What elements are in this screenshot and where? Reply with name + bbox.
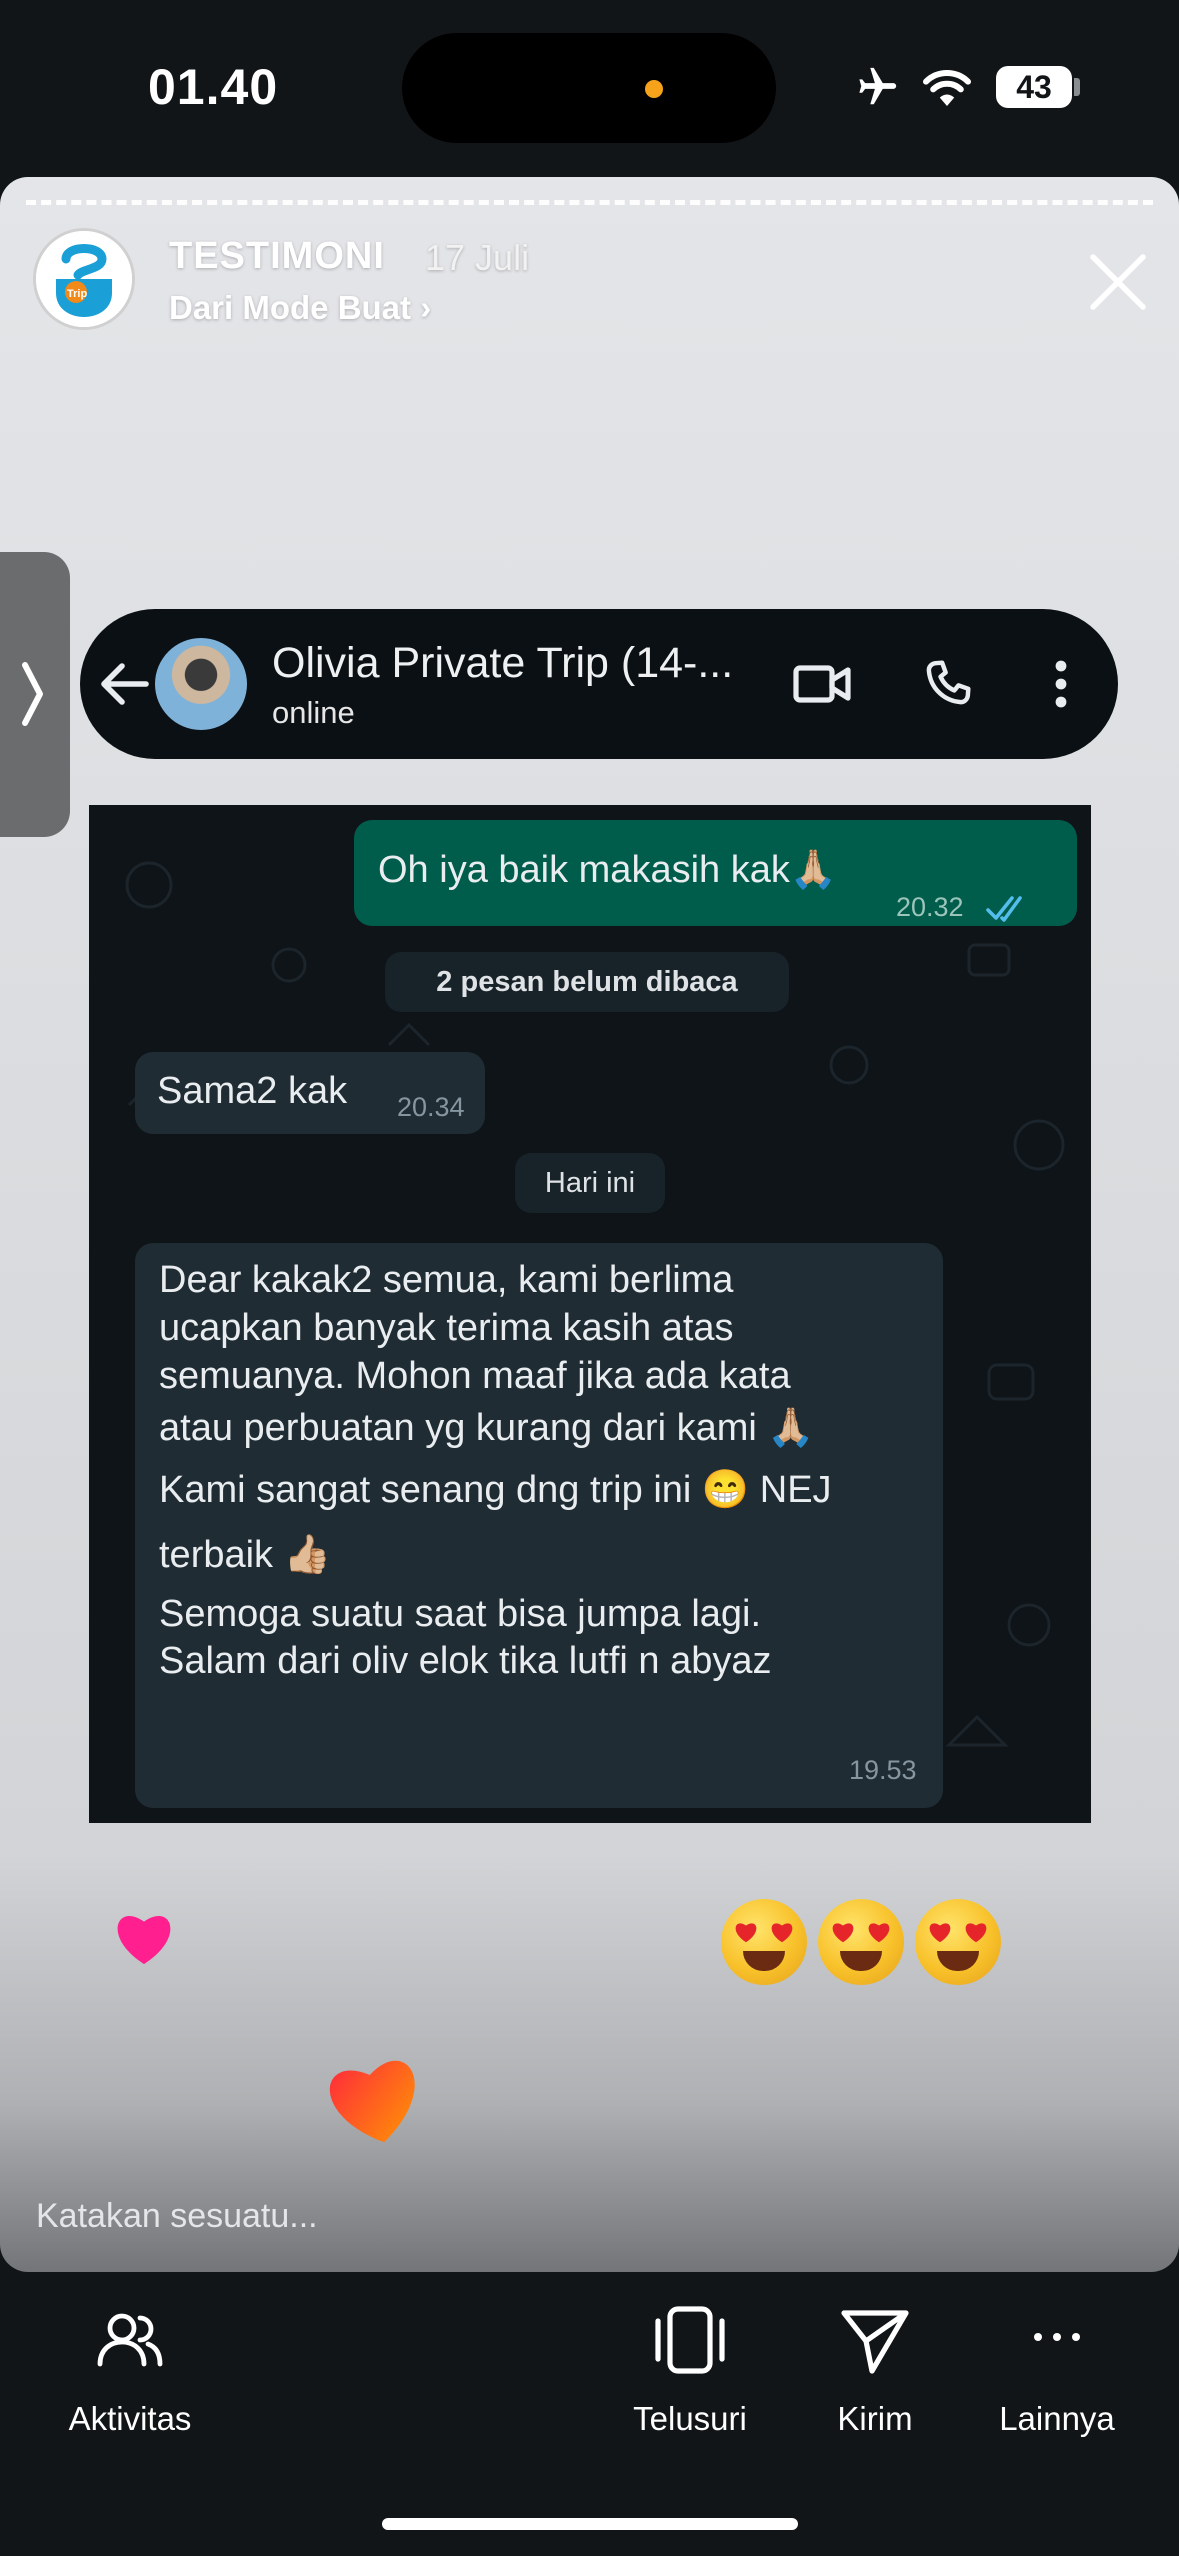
activity-people-icon[interactable]: [96, 2308, 164, 2372]
message-line: Semoga suatu saat bisa jumpa lagi.: [159, 1593, 762, 1635]
explore-carousel-icon[interactable]: [652, 2305, 728, 2375]
airplane-icon: [859, 67, 897, 105]
reply-input[interactable]: Katakan sesuatu...: [36, 2197, 318, 2236]
message-time: 19.53: [849, 1755, 917, 1785]
heart-reaction-icon[interactable]: [113, 1910, 175, 1966]
nav-explore-label[interactable]: Telusuri: [600, 2400, 780, 2438]
battery-tip: [1074, 78, 1080, 96]
nav-activity-label[interactable]: Aktivitas: [40, 2400, 220, 2438]
unread-divider: 2 pesan belum dibaca: [385, 952, 789, 1012]
message-line: Salam dari oliv elok tika lutfi n abyaz: [159, 1640, 772, 1682]
svg-text:Trip: Trip: [67, 288, 87, 300]
message-line: Dear kakak2 semua, kami berlima: [159, 1259, 734, 1301]
message-line: terbaik 👍🏼: [159, 1534, 331, 1576]
message-line: semuanya. Mohon maaf jika ada kata: [159, 1355, 791, 1397]
message-line: ucapkan banyak terima kasih atas: [159, 1307, 734, 1349]
story-account-name[interactable]: TESTIMONI: [169, 235, 385, 278]
chevron-right-icon: [22, 662, 43, 726]
message-time: 20.32: [896, 892, 964, 922]
incoming-message: Dear kakak2 semua, kami berlima ucapkan …: [135, 1243, 943, 1808]
back-arrow-icon: [101, 663, 149, 705]
mic-indicator-dot: [645, 80, 663, 98]
close-icon[interactable]: [1085, 249, 1151, 315]
message-line: Kami sangat senang dng trip ini 😁 NEJ: [159, 1469, 832, 1511]
send-paper-plane-icon[interactable]: [838, 2305, 912, 2375]
read-receipt-icon: [986, 896, 1022, 922]
wifi-icon: [923, 70, 971, 106]
contact-status: online: [272, 695, 355, 730]
story-viewer[interactable]: Trip TESTIMONI 17 Juli Dari Mode Buat › …: [0, 177, 1179, 2272]
contact-name: Olivia Private Trip (14-...: [272, 639, 734, 687]
message-time: 20.34: [397, 1092, 465, 1122]
heart-eyes-emoji-icon[interactable]: [915, 1899, 1001, 1985]
video-call-icon: [793, 665, 851, 703]
heart-eyes-emoji-icon[interactable]: [721, 1899, 807, 1985]
story-progress-bar: [26, 200, 1153, 205]
side-panel-handle[interactable]: [0, 552, 70, 837]
chat-screenshot: Oh iya baik makasih kak🙏🏼 20.32 2 pesan …: [89, 805, 1091, 1823]
battery-indicator: 43: [996, 66, 1072, 108]
message-line: atau perbuatan yg kurang dari kami 🙏🏼: [159, 1407, 815, 1449]
date-divider: Hari ini: [515, 1153, 665, 1213]
story-date: 17 Juli: [425, 237, 530, 278]
floating-heart-icon: [330, 2060, 415, 2143]
trip-logo-icon: Trip: [36, 231, 132, 327]
story-source-link[interactable]: Dari Mode Buat ›: [169, 289, 431, 327]
account-avatar[interactable]: Trip: [36, 231, 132, 327]
more-horizontal-icon[interactable]: [1032, 2328, 1082, 2346]
contact-avatar: [155, 638, 247, 730]
message-text: Oh iya baik makasih kak🙏🏼: [378, 849, 838, 891]
nav-send-label[interactable]: Kirim: [785, 2400, 965, 2438]
home-indicator[interactable]: [382, 2518, 798, 2530]
dynamic-island: [402, 33, 776, 143]
outgoing-message: Oh iya baik makasih kak🙏🏼 20.32: [354, 820, 1077, 926]
message-text: Sama2 kak: [157, 1070, 348, 1112]
nav-more-label[interactable]: Lainnya: [967, 2400, 1147, 2438]
more-vertical-icon: [1055, 660, 1067, 708]
phone-icon: [926, 660, 971, 705]
incoming-message: Sama2 kak 20.34: [135, 1052, 485, 1134]
heart-eyes-emoji-icon[interactable]: [818, 1899, 904, 1985]
status-time: 01.40: [148, 59, 279, 115]
